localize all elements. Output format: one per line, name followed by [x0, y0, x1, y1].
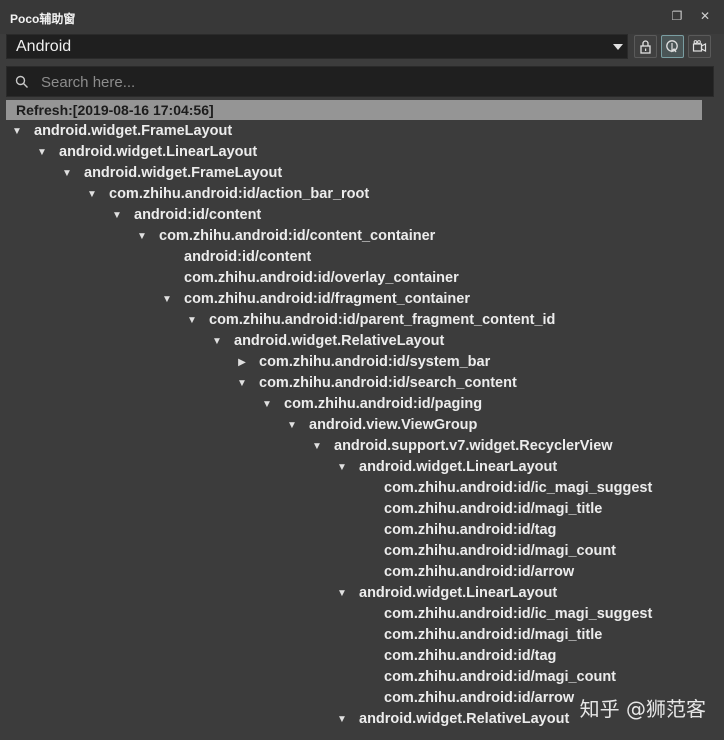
expand-arrow-icon[interactable]: ▼	[35, 142, 49, 163]
tree-node[interactable]: ▶ com.zhihu.android:id/system_bar	[6, 352, 712, 373]
tree-node[interactable]: com.zhihu.android:id/magi_title	[6, 625, 712, 646]
tree-node-label: com.zhihu.android:id/overlay_container	[184, 270, 459, 286]
inspect-icon	[666, 40, 678, 53]
video-record-icon	[692, 40, 707, 52]
tree-node-label: com.zhihu.android:id/parent_fragment_con…	[209, 312, 556, 328]
tree-node[interactable]: com.zhihu.android:id/arrow	[6, 562, 712, 583]
expand-arrow-icon[interactable]: ▼	[210, 331, 224, 352]
tree-node-label: com.zhihu.android:id/arrow	[384, 690, 575, 706]
search-input[interactable]	[41, 71, 701, 93]
tree-node-label: com.zhihu.android:id/ic_magi_suggest	[384, 606, 653, 622]
tree-node-label: com.zhihu.android:id/ic_magi_suggest	[384, 480, 653, 496]
tree-node[interactable]: ▼ android.widget.LinearLayout	[6, 457, 712, 478]
search-icon	[15, 75, 28, 88]
tree-node-label: com.zhihu.android:id/magi_count	[384, 543, 616, 559]
toolbar: Android	[0, 34, 724, 62]
tree-node[interactable]: com.zhihu.android:id/tag	[6, 646, 712, 667]
tree-node[interactable]: com.zhihu.android:id/ic_magi_suggest	[6, 604, 712, 625]
tree-node-label: com.zhihu.android:id/tag	[384, 522, 557, 538]
tree-node[interactable]: com.zhihu.android:id/magi_count	[6, 541, 712, 562]
collapse-arrow-icon[interactable]: ▶	[235, 352, 249, 373]
tree-node[interactable]: com.zhihu.android:id/ic_magi_suggest	[6, 478, 712, 499]
expand-arrow-icon[interactable]: ▼	[235, 373, 249, 394]
tree-node[interactable]: ▼ com.zhihu.android:id/fragment_container	[6, 289, 712, 310]
tree-node[interactable]: ▼ android.widget.FrameLayout	[6, 163, 712, 184]
tree-node-label: android:id/content	[184, 249, 312, 265]
tree-node[interactable]: com.zhihu.android:id/tag	[6, 520, 712, 541]
tree-node-label: android.widget.RelativeLayout	[359, 711, 570, 727]
tree-node-label: android.widget.LinearLayout	[359, 585, 558, 601]
tree-node[interactable]: ▼ com.zhihu.android:id/search_content	[6, 373, 712, 394]
chevron-down-icon	[613, 44, 623, 50]
tree-node-label: com.zhihu.android:id/tag	[384, 648, 557, 664]
tree-node[interactable]: ▼ com.zhihu.android:id/action_bar_root	[6, 184, 712, 205]
expand-arrow-icon[interactable]: ▼	[185, 310, 199, 331]
expand-arrow-icon[interactable]: ▼	[160, 289, 174, 310]
tree-node[interactable]: ▼ android.widget.FrameLayout	[6, 121, 712, 142]
tree-node-label: android.support.v7.widget.RecyclerView	[334, 438, 613, 454]
tree-node[interactable]: ▼ android.view.ViewGroup	[6, 415, 712, 436]
tree-rows: ▼ android.widget.FrameLayout ▼ android.widg…	[6, 121, 712, 730]
tree-node-label: android.widget.FrameLayout	[84, 165, 283, 181]
expand-arrow-icon[interactable]: ▼	[85, 184, 99, 205]
expand-arrow-icon[interactable]: ▼	[285, 415, 299, 436]
tree-node[interactable]: ▼ android.widget.LinearLayout	[6, 142, 712, 163]
tree-node-label: com.zhihu.android:id/content_container	[159, 228, 436, 244]
tree-node-label: android.view.ViewGroup	[309, 417, 478, 433]
refresh-bar[interactable]: Refresh:[2019-08-16 17:04:56]	[6, 100, 702, 120]
tree-node[interactable]: com.zhihu.android:id/overlay_container	[6, 268, 712, 289]
inspect-button[interactable]	[661, 35, 684, 58]
expand-arrow-icon[interactable]: ▼	[10, 121, 24, 142]
expand-arrow-icon[interactable]: ▼	[335, 457, 349, 478]
tree-node[interactable]: ▼ com.zhihu.android:id/parent_fragment_co…	[6, 310, 712, 331]
expand-arrow-icon[interactable]: ▼	[335, 709, 349, 730]
device-select-value: Android	[16, 38, 72, 55]
tree-node[interactable]: ▼ com.zhihu.android:id/paging	[6, 394, 712, 415]
tree-node[interactable]: ▼ android.widget.RelativeLayout	[6, 331, 712, 352]
window-title: Poco辅助窗	[10, 12, 76, 26]
watermark: 知乎 @狮范客	[579, 697, 706, 721]
lock-button[interactable]	[634, 35, 657, 58]
tree-node-label: android.widget.RelativeLayout	[234, 333, 445, 349]
device-select[interactable]: Android	[6, 34, 628, 59]
tree-node[interactable]: com.zhihu.android:id/magi_count	[6, 667, 712, 688]
tree-node-label: android.widget.FrameLayout	[34, 123, 233, 139]
tree-node[interactable]: com.zhihu.android:id/magi_title	[6, 499, 712, 520]
lock-icon	[640, 40, 651, 54]
expand-arrow-icon[interactable]: ▼	[335, 583, 349, 604]
restore-icon[interactable]: ❐	[670, 9, 684, 23]
expand-arrow-icon[interactable]: ▼	[60, 163, 74, 184]
tree-node-label: android:id/content	[134, 207, 262, 223]
search-box	[6, 66, 714, 97]
tree-node-label: com.zhihu.android:id/magi_count	[384, 669, 616, 685]
tree-node[interactable]: ▼ com.zhihu.android:id/content_container	[6, 226, 712, 247]
tree-node[interactable]: ▼ android.support.v7.widget.RecyclerView	[6, 436, 712, 457]
tree-node[interactable]: android:id/content	[6, 247, 712, 268]
expand-arrow-icon[interactable]: ▼	[110, 205, 124, 226]
tree-node-label: com.zhihu.android:id/arrow	[384, 564, 575, 580]
hierarchy-tree: Refresh:[2019-08-16 17:04:56] ▼ android.w…	[6, 99, 712, 740]
tree-node-label: com.zhihu.android:id/paging	[284, 396, 483, 412]
tree-node-label: com.zhihu.android:id/magi_title	[384, 627, 603, 643]
tree-node-label: com.zhihu.android:id/magi_title	[384, 501, 603, 517]
tree-node[interactable]: ▼ android.widget.LinearLayout	[6, 583, 712, 604]
expand-arrow-icon[interactable]: ▼	[260, 394, 274, 415]
record-button[interactable]	[688, 35, 711, 58]
tree-node-label: com.zhihu.android:id/action_bar_root	[109, 186, 370, 202]
expand-arrow-icon[interactable]: ▼	[310, 436, 324, 457]
tree-node-label: com.zhihu.android:id/fragment_container	[184, 291, 470, 307]
tree-node-label: android.widget.LinearLayout	[359, 459, 558, 475]
tree-node-label: android.widget.LinearLayout	[59, 144, 258, 160]
close-icon[interactable]: ✕	[698, 9, 712, 23]
tree-node-label: com.zhihu.android:id/system_bar	[259, 354, 491, 370]
tree-node-label: com.zhihu.android:id/search_content	[259, 375, 517, 391]
title-bar: Poco辅助窗 ❐ ✕	[0, 0, 724, 34]
tree-node[interactable]: ▼ android:id/content	[6, 205, 712, 226]
expand-arrow-icon[interactable]: ▼	[135, 226, 149, 247]
